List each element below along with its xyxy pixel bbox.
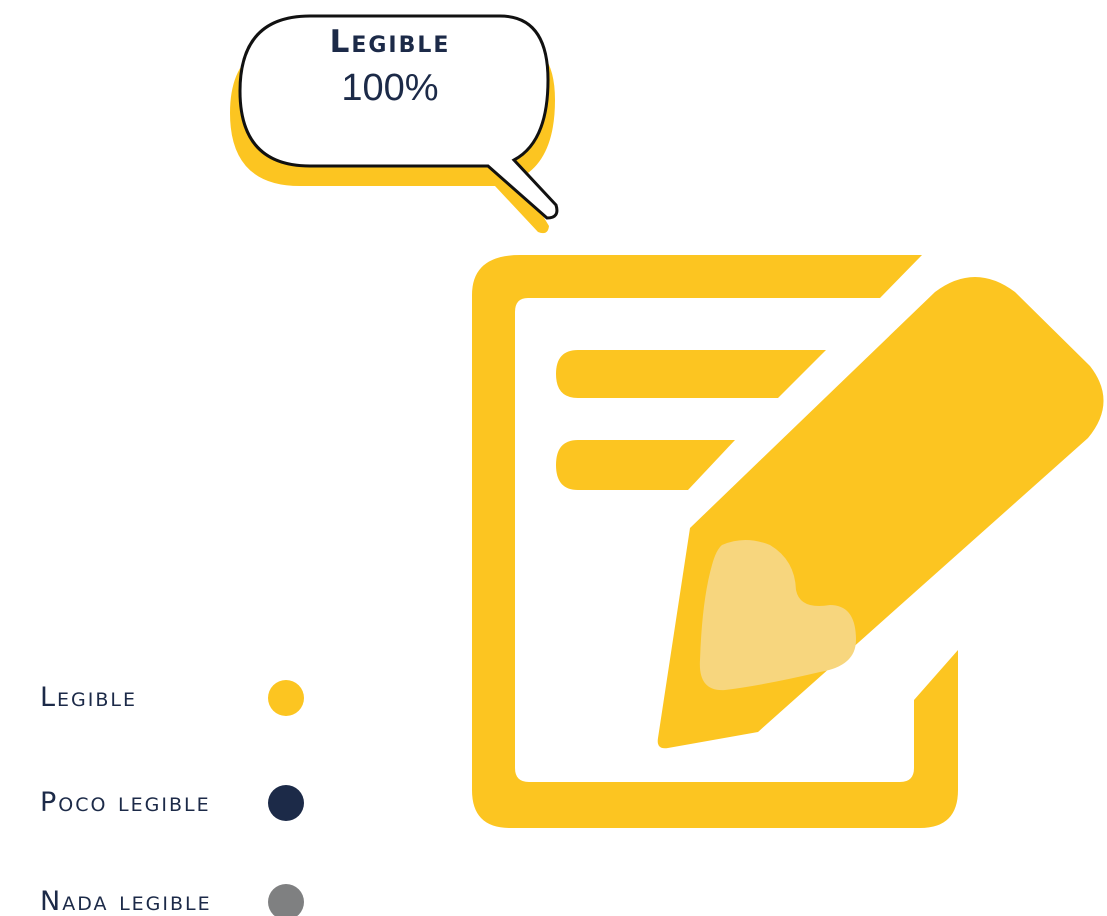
document-edit-icon	[472, 255, 1104, 828]
legend-dot-gray	[268, 884, 304, 916]
infographic: Legible 100% Legible Poco legible Nada l…	[0, 0, 1107, 916]
document-line-2	[556, 440, 735, 490]
legend-dot-navy	[268, 785, 304, 821]
document-line-1	[556, 350, 826, 398]
legend-label: Legible	[40, 682, 137, 713]
legend-label: Poco legible	[40, 787, 211, 818]
legend-dot-yellow	[268, 680, 304, 716]
legend-label: Nada legible	[40, 886, 212, 916]
